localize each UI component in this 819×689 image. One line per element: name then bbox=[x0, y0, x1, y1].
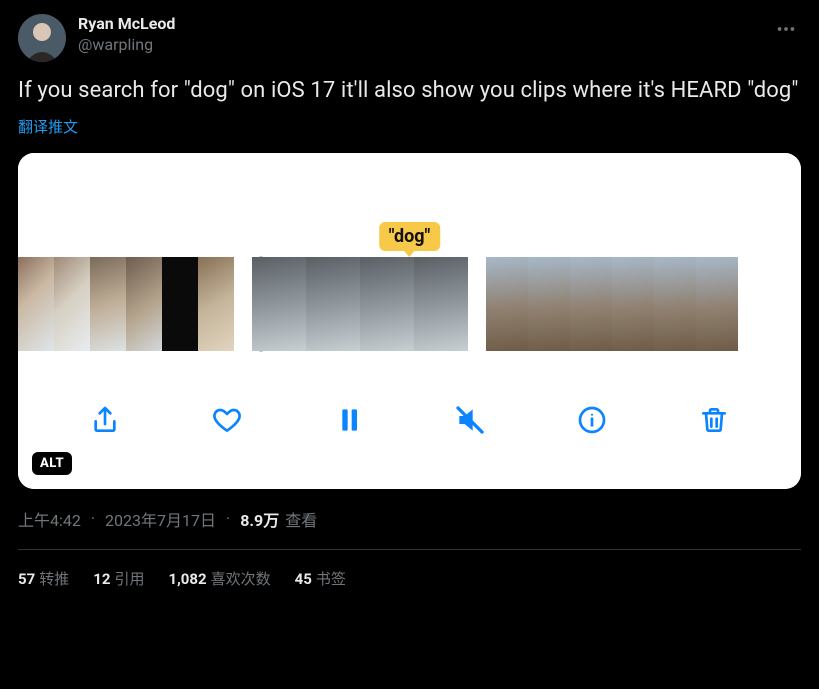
quotes-count: 12 bbox=[93, 570, 110, 588]
author-block: Ryan McLeod @warpling bbox=[78, 14, 175, 56]
thumb bbox=[570, 257, 612, 351]
retweets-stat[interactable]: 57转推 bbox=[18, 568, 69, 589]
quotes-stat[interactable]: 12引用 bbox=[93, 568, 144, 589]
thumb bbox=[414, 257, 468, 351]
thumb bbox=[162, 257, 198, 351]
thumb bbox=[654, 257, 696, 351]
trash-button[interactable] bbox=[692, 398, 736, 442]
caption-chip: "dog" bbox=[379, 222, 441, 251]
tweet-text: If you search for "dog" on iOS 17 it'll … bbox=[18, 76, 801, 106]
thumb bbox=[528, 257, 570, 351]
info-icon bbox=[576, 404, 608, 436]
avatar[interactable] bbox=[18, 14, 66, 62]
thumb bbox=[486, 257, 528, 351]
mute-icon bbox=[454, 404, 486, 436]
thumb bbox=[360, 257, 414, 351]
thumb bbox=[198, 257, 234, 351]
avatar-image bbox=[18, 14, 66, 62]
bookmarks-count: 45 bbox=[295, 570, 312, 588]
thumb bbox=[696, 257, 738, 351]
separator-dot bbox=[222, 509, 234, 528]
likes-count: 1,082 bbox=[168, 570, 206, 588]
mute-button[interactable] bbox=[448, 398, 492, 442]
thumb bbox=[18, 257, 54, 351]
clip-group-2[interactable] bbox=[252, 257, 468, 351]
thumb bbox=[90, 257, 126, 351]
likes-label: 喜欢次数 bbox=[211, 570, 271, 588]
alt-badge[interactable]: ALT bbox=[32, 452, 72, 475]
tweet-time[interactable]: 上午4:42 bbox=[18, 507, 81, 531]
divider bbox=[18, 549, 801, 550]
likes-stat[interactable]: 1,082 喜欢次数 bbox=[168, 568, 270, 589]
pause-button[interactable] bbox=[327, 398, 371, 442]
trash-icon bbox=[698, 404, 730, 436]
media-toolbar bbox=[18, 351, 801, 489]
like-button[interactable] bbox=[205, 398, 249, 442]
clip-group-3[interactable] bbox=[486, 257, 738, 351]
thumb bbox=[252, 257, 306, 351]
thumb bbox=[306, 257, 360, 351]
tweet-header: Ryan McLeod @warpling bbox=[18, 14, 801, 62]
clip-group-1[interactable] bbox=[18, 257, 234, 351]
share-button[interactable] bbox=[83, 398, 127, 442]
views-count[interactable]: 8.9万 bbox=[240, 507, 279, 531]
media-header-area: "dog" bbox=[18, 153, 801, 257]
share-icon bbox=[89, 404, 121, 436]
tweet-container: Ryan McLeod @warpling If you search for … bbox=[0, 0, 819, 689]
heart-icon bbox=[211, 404, 243, 436]
quotes-label: 引用 bbox=[114, 570, 144, 588]
video-timeline-strip[interactable] bbox=[18, 257, 801, 351]
thumb bbox=[54, 257, 90, 351]
info-button[interactable] bbox=[570, 398, 614, 442]
thumb bbox=[612, 257, 654, 351]
media-attachment[interactable]: "dog" bbox=[18, 153, 801, 489]
tweet-meta: 上午4:42 2023年7月17日 8.9万 查看 bbox=[18, 507, 801, 531]
thumb bbox=[126, 257, 162, 351]
retweets-count: 57 bbox=[18, 570, 35, 588]
stats-row: 57转推 12引用 1,082 喜欢次数 45书签 bbox=[18, 568, 801, 589]
display-name[interactable]: Ryan McLeod bbox=[78, 14, 175, 35]
separator-dot bbox=[87, 509, 99, 528]
handle[interactable]: @warpling bbox=[78, 35, 175, 56]
bookmarks-stat[interactable]: 45书签 bbox=[295, 568, 346, 589]
more-button[interactable] bbox=[771, 14, 801, 48]
translate-link[interactable]: 翻译推文 bbox=[18, 116, 78, 137]
retweets-label: 转推 bbox=[39, 570, 69, 588]
tweet-date[interactable]: 2023年7月17日 bbox=[105, 507, 216, 531]
more-icon bbox=[775, 18, 797, 40]
views-label: 查看 bbox=[285, 507, 317, 531]
pause-icon bbox=[333, 404, 365, 436]
bookmarks-label: 书签 bbox=[316, 570, 346, 588]
